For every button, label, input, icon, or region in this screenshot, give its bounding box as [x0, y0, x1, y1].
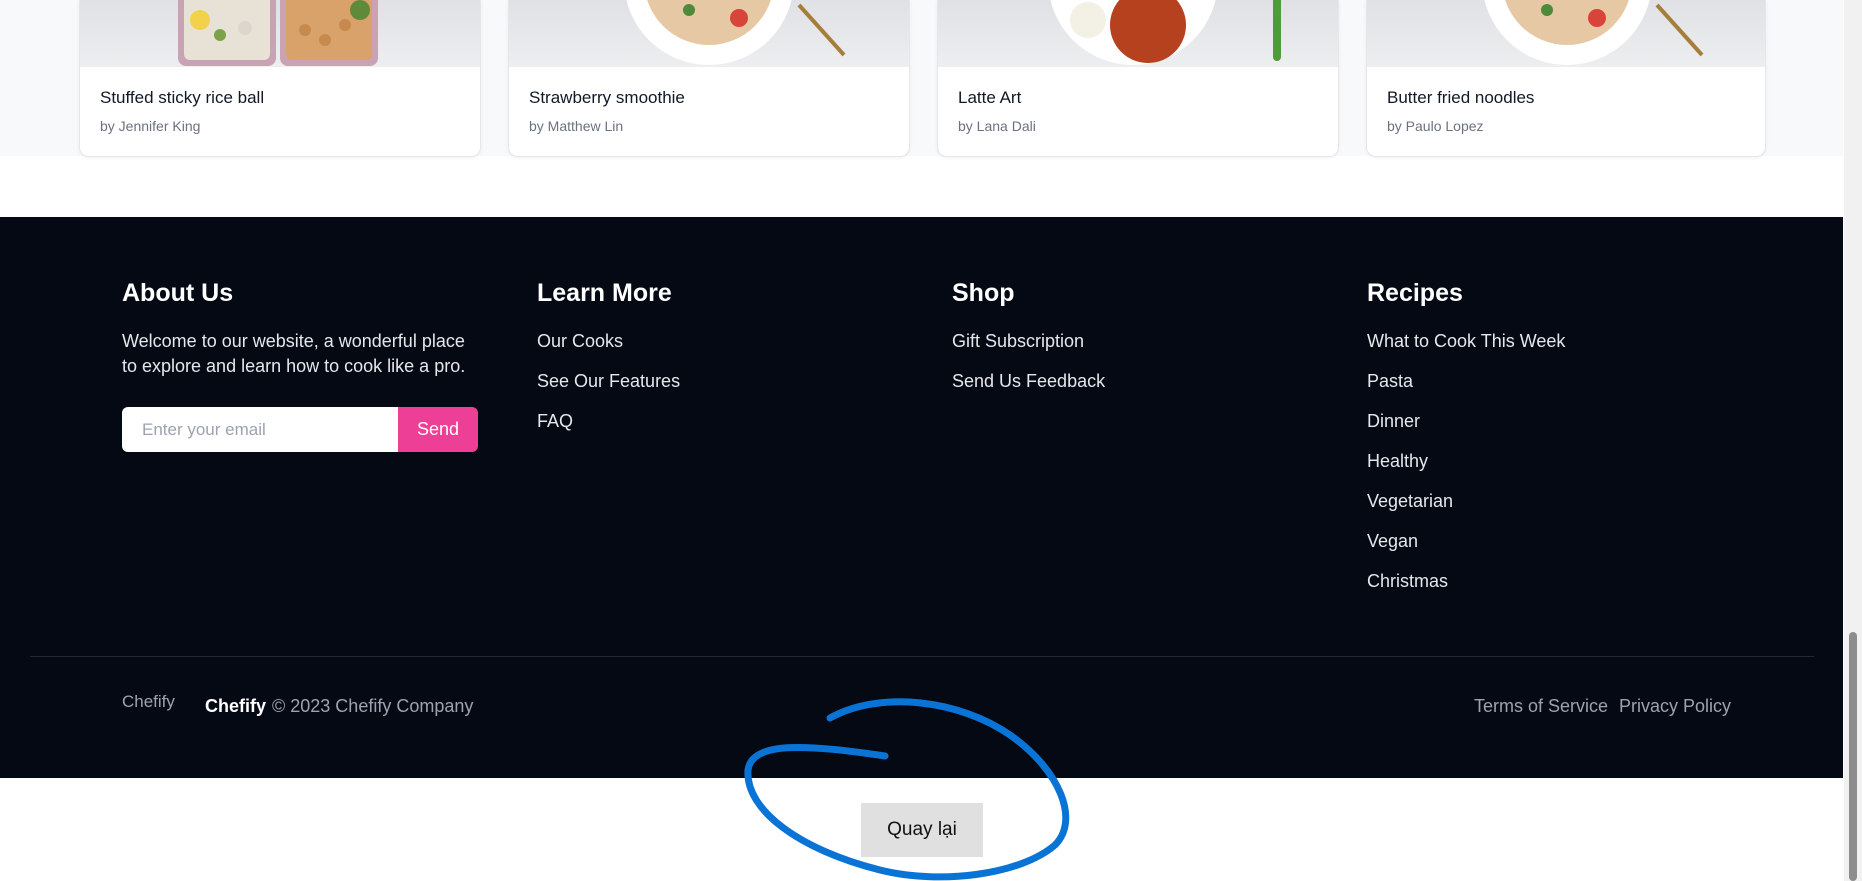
footer-link-christmas[interactable]: Christmas	[1367, 569, 1565, 609]
footer-link-vegan[interactable]: Vegan	[1367, 529, 1565, 569]
email-input[interactable]	[122, 407, 398, 452]
brand-name[interactable]: Chefify	[205, 696, 266, 717]
footer-link-what-to-cook[interactable]: What to Cook This Week	[1367, 329, 1565, 369]
recipe-title[interactable]: Latte Art	[958, 88, 1021, 108]
recipe-card[interactable]: Strawberry smoothie by Matthew Lin	[508, 0, 910, 157]
recipe-author: by Matthew Lin	[529, 118, 624, 134]
footer-link-feedback[interactable]: Send Us Feedback	[952, 369, 1105, 409]
footer-about: About Us Welcome to our website, a wonde…	[122, 277, 478, 452]
footer-link-our-cooks[interactable]: Our Cooks	[537, 329, 680, 369]
recipe-title[interactable]: Butter fried noodles	[1387, 88, 1534, 108]
footer-link-features[interactable]: See Our Features	[537, 369, 680, 409]
logo-broken-image: Chefify	[122, 692, 175, 711]
recipe-author: by Paulo Lopez	[1387, 118, 1484, 134]
recipe-title[interactable]: Strawberry smoothie	[529, 88, 685, 108]
recipe-title[interactable]: Stuffed sticky rice ball	[100, 88, 264, 108]
newsletter-form: Send	[122, 407, 478, 452]
footer-learn-more: Learn More Our Cooks See Our Features FA…	[537, 277, 680, 431]
recipe-card[interactable]: Stuffed sticky rice ball by Jennifer Kin…	[79, 0, 481, 157]
footer-link-dinner[interactable]: Dinner	[1367, 409, 1565, 449]
footer-divider	[30, 656, 1814, 657]
shop-links: Gift Subscription Send Us Feedback	[952, 329, 1105, 409]
back-button[interactable]: Quay lại	[861, 803, 983, 857]
terms-link[interactable]: Terms of Service	[1474, 696, 1608, 717]
footer-recipes: Recipes What to Cook This Week Pasta Din…	[1367, 277, 1565, 591]
privacy-link[interactable]: Privacy Policy	[1619, 696, 1731, 717]
page-scrollbar[interactable]	[1844, 0, 1862, 881]
copyright-text: © 2023 Chefify Company	[272, 696, 474, 716]
site-footer: About Us Welcome to our website, a wonde…	[0, 217, 1843, 778]
recipe-image	[80, 0, 480, 67]
scrollbar-thumb[interactable]	[1849, 632, 1857, 881]
recipe-image	[938, 0, 1338, 67]
footer-heading-recipes: Recipes	[1367, 279, 1463, 307]
footer-link-pasta[interactable]: Pasta	[1367, 369, 1565, 409]
footer-link-gift-subscription[interactable]: Gift Subscription	[952, 329, 1105, 369]
footer-heading-shop: Shop	[952, 279, 1015, 307]
recipe-image	[509, 0, 909, 67]
footer-link-faq[interactable]: FAQ	[537, 409, 680, 449]
footer-link-vegetarian[interactable]: Vegetarian	[1367, 489, 1565, 529]
footer-link-healthy[interactable]: Healthy	[1367, 449, 1565, 489]
learn-more-links: Our Cooks See Our Features FAQ	[537, 329, 680, 449]
footer-shop: Shop Gift Subscription Send Us Feedback	[952, 277, 1105, 391]
recipe-card[interactable]: Latte Art by Lana Dali	[937, 0, 1339, 157]
recipe-author: by Lana Dali	[958, 118, 1036, 134]
send-button[interactable]: Send	[398, 407, 478, 452]
footer-heading-about: About Us	[122, 279, 234, 307]
about-text: Welcome to our website, a wonderful plac…	[122, 331, 466, 376]
footer-heading-learn-more: Learn More	[537, 279, 672, 307]
recipes-links: What to Cook This Week Pasta Dinner Heal…	[1367, 329, 1565, 609]
recipe-cards-section: Stuffed sticky rice ball by Jennifer Kin…	[0, 0, 1843, 157]
recipe-author: by Jennifer King	[100, 118, 201, 134]
recipe-card[interactable]: Butter fried noodles by Paulo Lopez	[1366, 0, 1766, 157]
recipe-image	[1367, 0, 1765, 67]
